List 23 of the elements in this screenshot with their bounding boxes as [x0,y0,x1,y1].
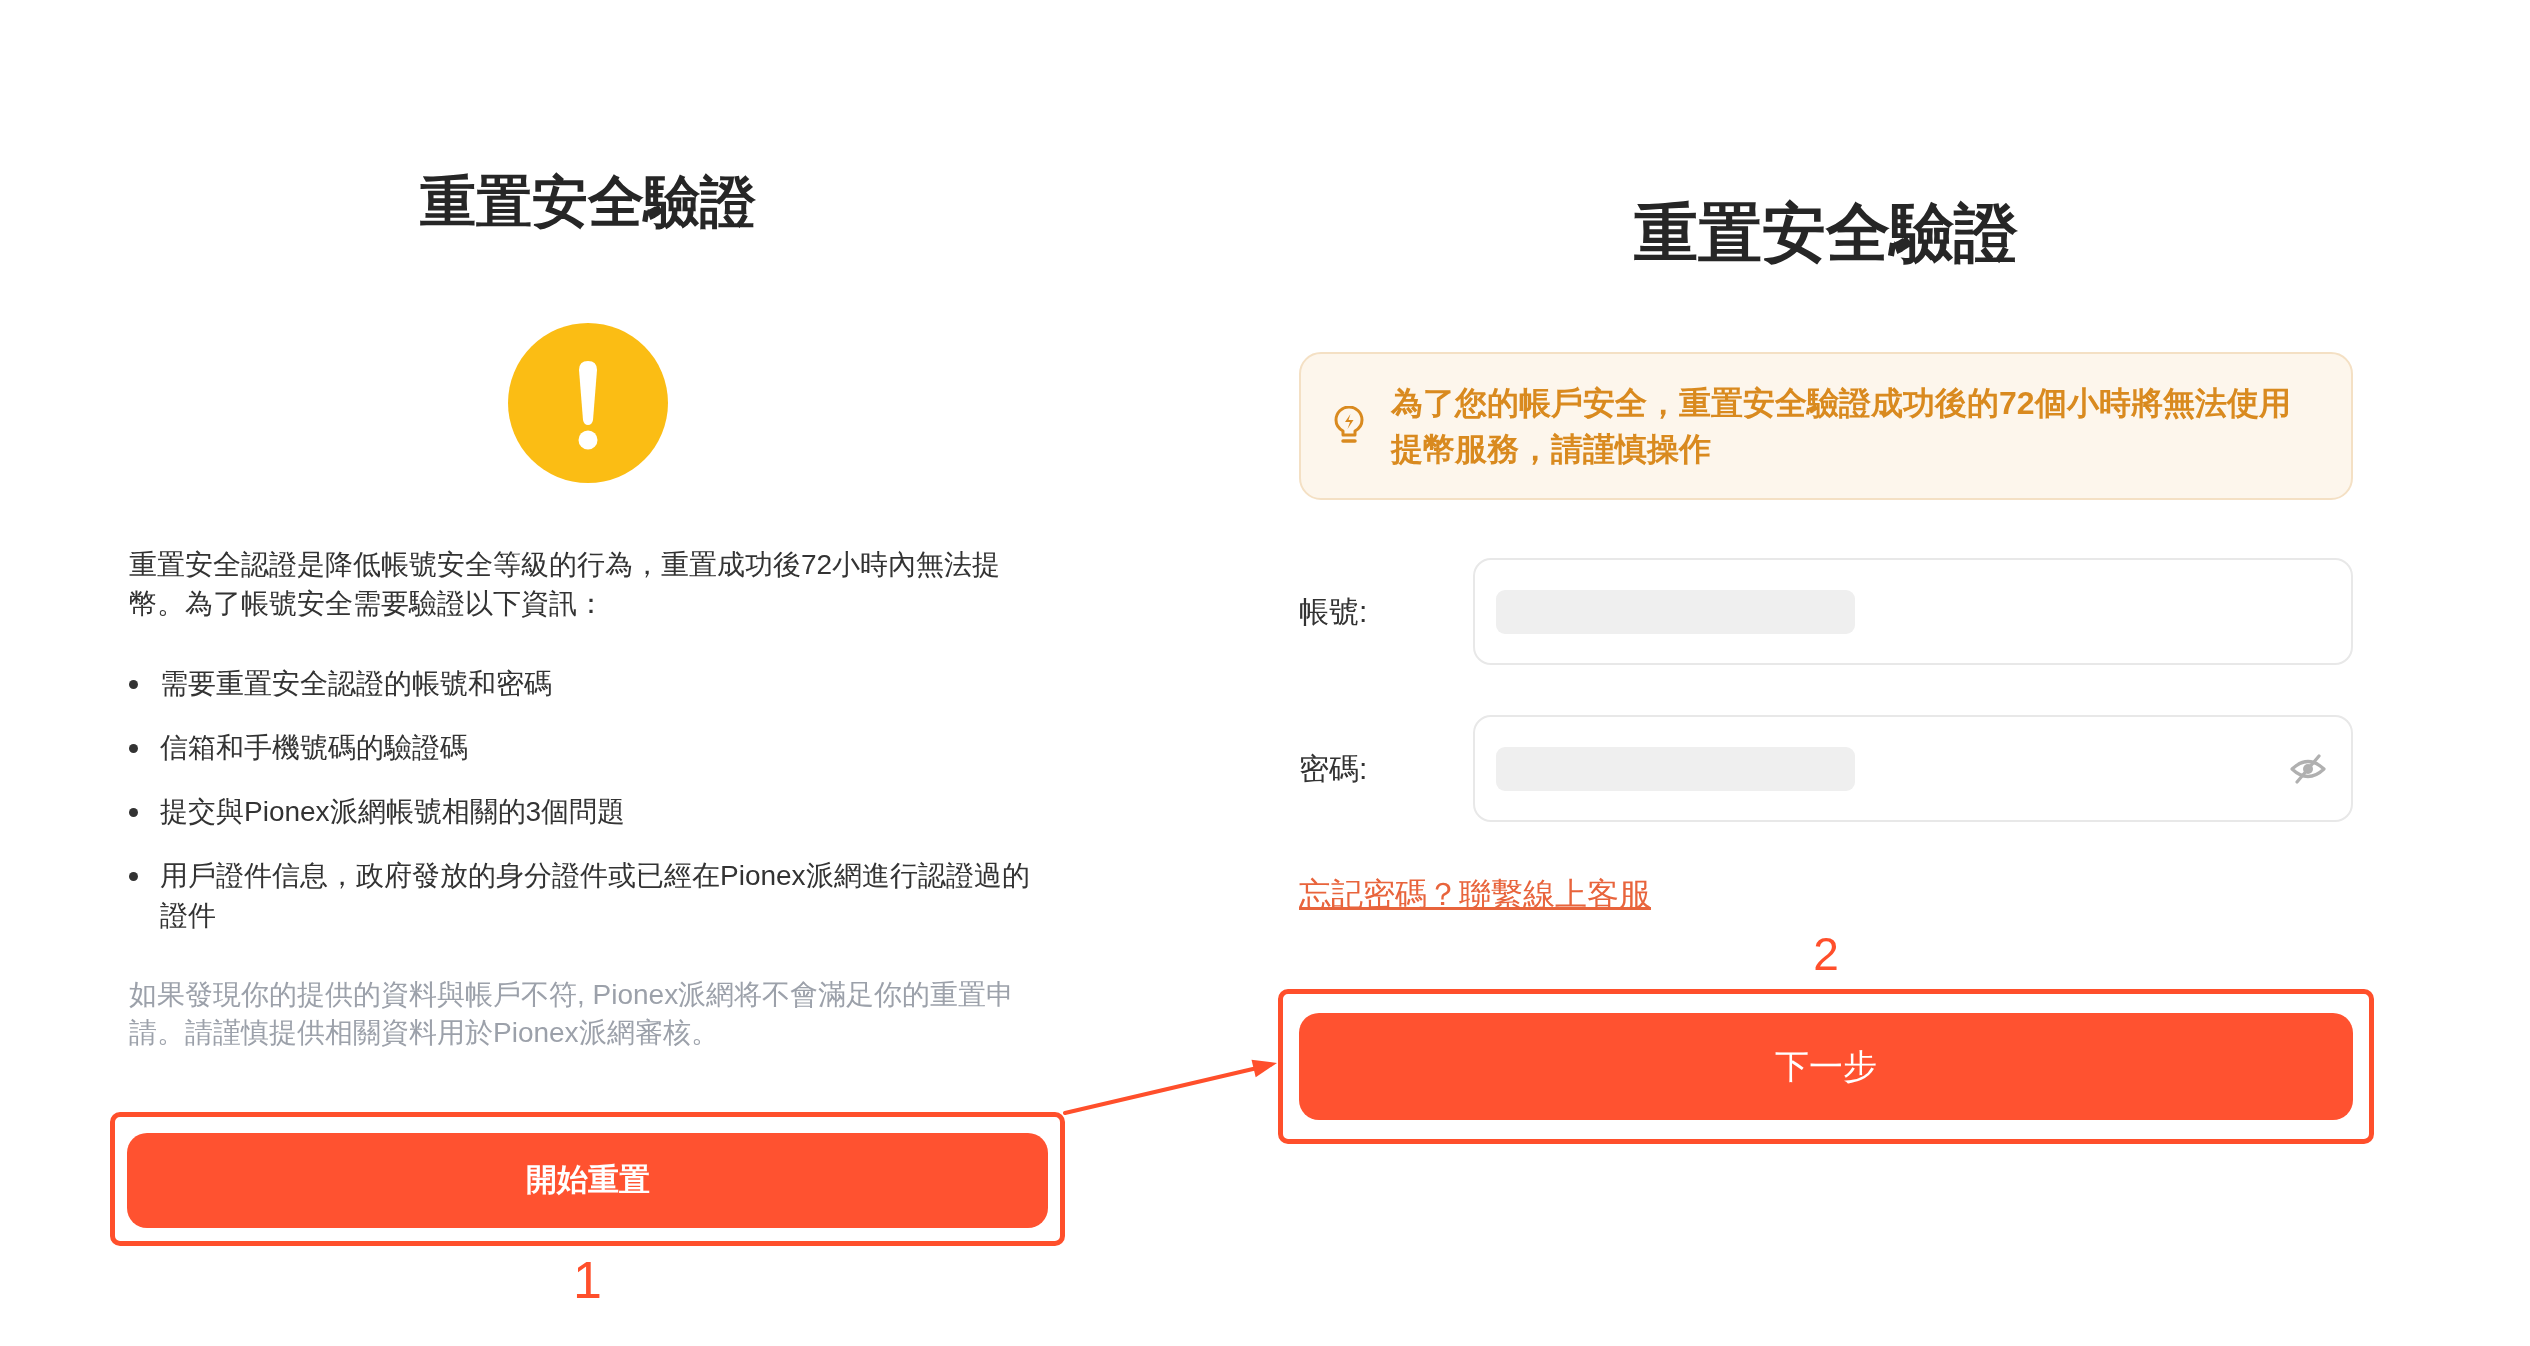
input-field[interactable] [1473,715,2353,823]
forgot-password-link[interactable]: 忘記密碼？聯繫線上客服 [1299,874,1651,915]
bullet-icon [129,871,138,881]
next-button[interactable]: 下一步 [1299,1013,2353,1121]
field-label: 密碼: [1299,750,1369,787]
note-text: 如果發現你的提供的資料與帳戶不符, Pionex派網将不會滿足你的重置申請。請謹慎提供相關資料用於Pionex派網審核。 [129,977,1016,1051]
intro-text: 重置安全認證是降低帳號安全等級的行為，重置成功後72小時內無法提幣。為了帳號安全需要驗證以下資訊： [129,547,1002,622]
step-number: 1 [573,1249,602,1310]
step-number: 2 [1813,927,1839,983]
requirement-text: 需要重置安全認證的帳號和密碼 [160,666,553,701]
page-title: 重置安全驗證 [1634,196,2018,271]
page-title: 重置安全驗證 [419,169,756,235]
requirement-text: 提交與Pionex派網帳號相關的3個問題 [160,794,627,829]
start-button[interactable]: 開始重置 [127,1132,1048,1228]
requirement-text: 用戶證件信息，政府發放的身分證件或已經在Pionex派網進行認證過的證件 [160,858,1031,933]
eye-slash-icon[interactable] [2289,753,2327,784]
bullet-icon [129,743,138,753]
bullet-icon [129,807,138,817]
warning-icon [507,322,668,483]
notice-text: 為了您的帳戶安全，重置安全驗證成功後的72個小時將無法使用提幣服務，請謹慎操作 [1391,384,2292,470]
requirement-text: 信箱和手機號碼的驗證碼 [160,730,469,765]
bullet-icon [129,679,138,689]
field-label: 帳號: [1299,593,1369,630]
